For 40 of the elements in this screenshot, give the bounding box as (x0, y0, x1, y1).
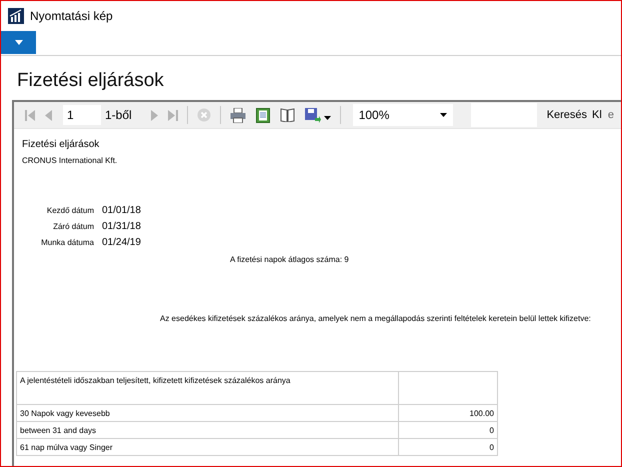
table-cell: 0 (398, 438, 498, 456)
company-name: CRONUS International Kft. (22, 156, 118, 165)
table-cell: 100.00 (398, 404, 498, 422)
table-cell: 61 nap múlva vagy Singer (16, 438, 398, 456)
window-title: Nyomtatási kép (30, 9, 113, 23)
clipped-link[interactable]: e (608, 109, 614, 121)
save-icon (304, 108, 321, 122)
find-field[interactable] (470, 103, 537, 127)
find-next-link[interactable]: Kl (592, 109, 602, 121)
report-sentence: Az esedékes kifizetések százalékos aránya, amelyek nem a megállapodás szerinti feltételek keretein belül lettek kifizetve: (160, 314, 592, 323)
stop-icon (196, 108, 211, 122)
page-number-field[interactable]: 1 (63, 105, 101, 125)
caret-icon (440, 113, 447, 117)
page-layout-icon (256, 108, 270, 122)
menu-dropdown-button[interactable] (1, 31, 36, 54)
last-page-icon (168, 110, 178, 120)
table-cell: 0 (398, 422, 498, 438)
date-label: Záró dátum (52, 222, 94, 231)
app-icon (8, 8, 24, 24)
table-cell: between 31 and days (16, 422, 398, 438)
page-title: Fizetési eljárások (17, 70, 165, 93)
date-value: 01/24/19 (102, 237, 142, 248)
caret-icon (324, 116, 331, 120)
book-icon (280, 108, 295, 122)
page-count-label: 1-ből (105, 108, 132, 122)
date-value: 01/31/18 (102, 221, 142, 232)
next-page-icon (150, 110, 158, 120)
zoom-dropdown[interactable]: 100% (352, 104, 453, 126)
date-value: 01/01/18 (102, 205, 142, 216)
date-label: Kezdő dátum (46, 206, 94, 215)
first-page-icon (25, 110, 35, 120)
caret-icon (14, 40, 22, 45)
report-title: Fizetési eljárások (22, 139, 100, 150)
table-header-cell: A jelentéstételi időszakban teljesített, kifizetett kifizetések százalékos aránya (16, 372, 398, 404)
average-payment-days: A fizetési napok átlagos száma: 9 (230, 255, 621, 264)
date-label: Munka dátuma (40, 238, 94, 247)
previous-page-icon (45, 110, 52, 120)
printer-icon (230, 108, 246, 122)
find-link[interactable]: Keresés (546, 109, 588, 121)
table-cell: 30 Napok vagy kevesebb (16, 404, 398, 422)
